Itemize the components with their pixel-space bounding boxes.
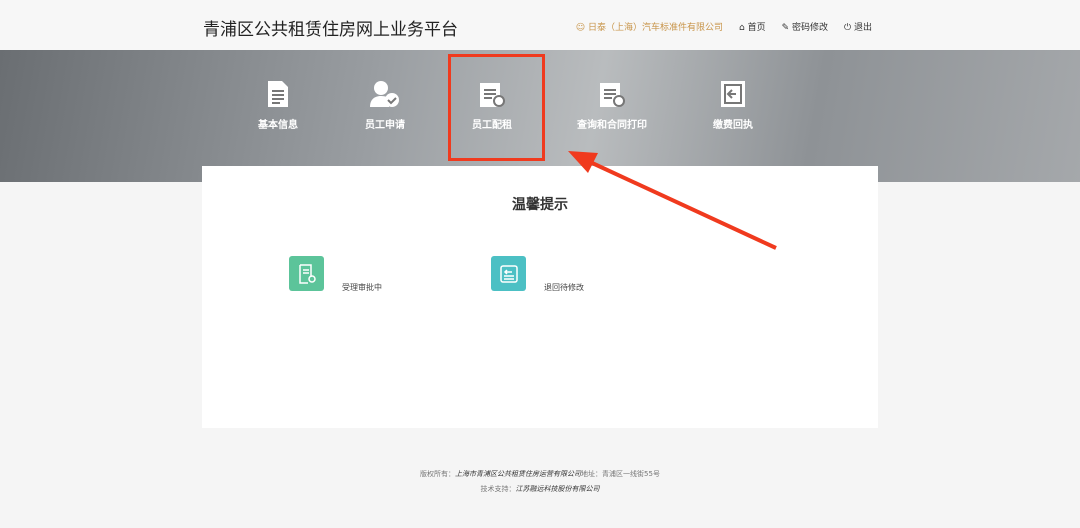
footer: 版权所有：上海市青浦区公共租赁住房运营有限公司地址：青浦区一线街55号 技术支持…	[0, 467, 1080, 497]
copyright-label: 版权所有：	[420, 470, 456, 478]
support-label: 技术支持：	[480, 485, 516, 493]
address: 青浦区一线街55号	[602, 470, 660, 478]
annotation-arrow	[568, 151, 777, 250]
copyright-owner: 上海市青浦区公共租赁住房运营有限公司	[455, 470, 582, 478]
support-company: 江苏融远科技股份有限公司	[515, 485, 600, 493]
address-label: 地址：	[581, 470, 603, 478]
